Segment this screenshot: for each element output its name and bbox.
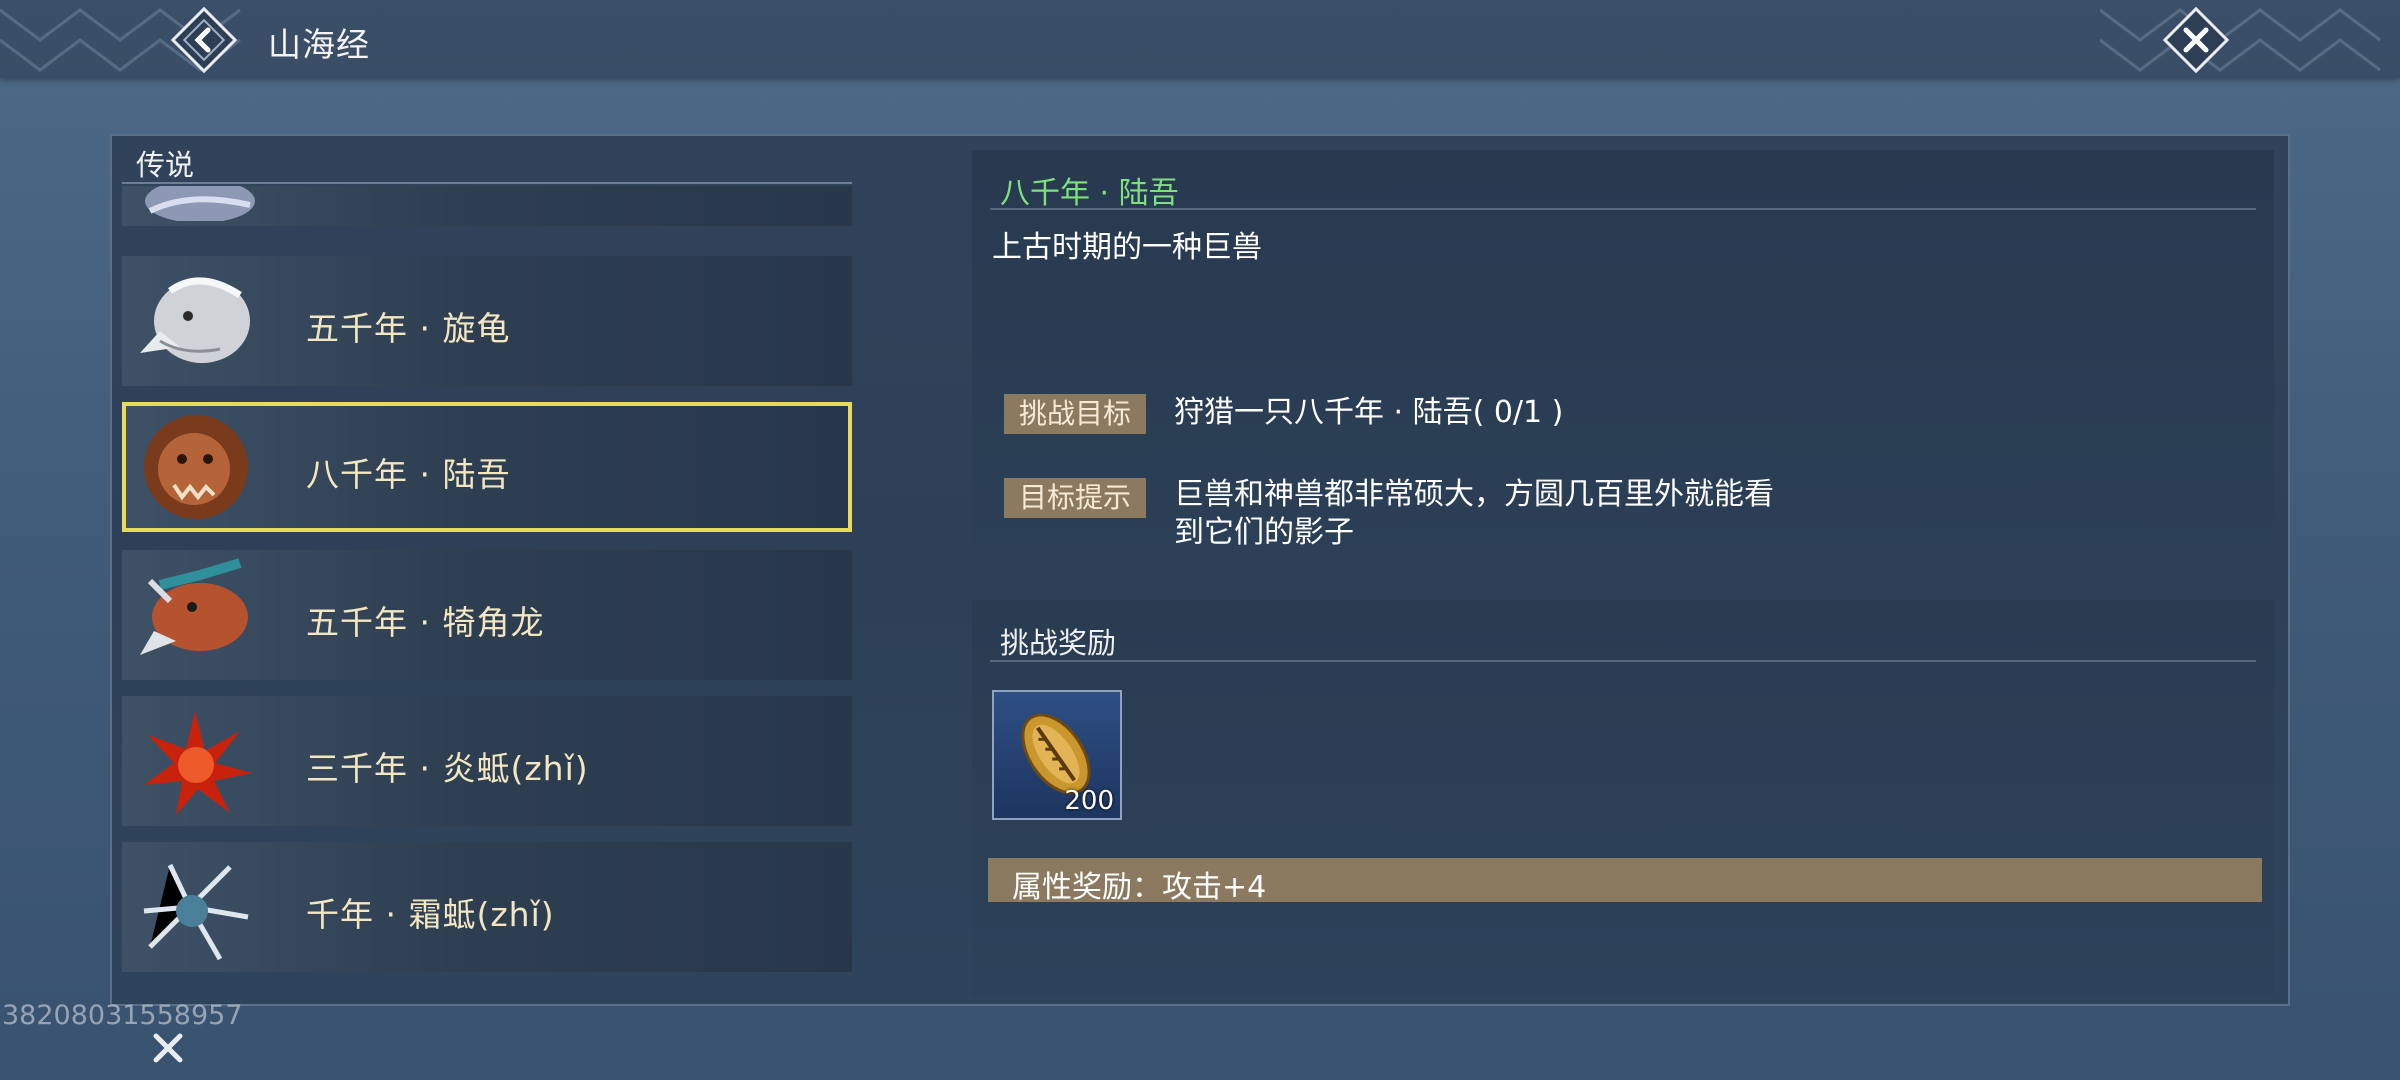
attribute-reward-text: 属性奖励：攻击+4 [1012, 870, 1267, 905]
list-item[interactable]: 千年 · 霜蚳(zhǐ) [122, 842, 852, 972]
attribute-reward-bar: 属性奖励：攻击+4 [988, 858, 2262, 905]
list-item-label: 千年 · 霜蚳(zhǐ) [306, 895, 555, 934]
watermark-id: 38208031558957 [2, 1000, 243, 1031]
hint-tag: 目标提示 [1004, 478, 1146, 518]
list-item[interactable] [122, 186, 852, 226]
reward-label: 挑战奖励 [1000, 626, 1117, 660]
section-label: 传说 [136, 148, 195, 182]
list-item-selected[interactable]: 八千年 · 陆吾 [122, 402, 852, 532]
chevron-left-diamond-icon [170, 6, 238, 74]
dismiss-button[interactable] [146, 1026, 190, 1070]
bird-beast-portrait [145, 186, 255, 221]
hint-text-line1: 巨兽和神兽都非常硕大，方圆几百里外就能看 [1174, 477, 1774, 512]
reward-item-slot[interactable]: 200 [992, 690, 1122, 820]
divider [990, 660, 2256, 662]
list-item-label: 五千年 · 旋龟 [306, 309, 511, 348]
close-button[interactable] [2160, 4, 2232, 76]
list-item-label: 八千年 · 陆吾 [306, 455, 511, 494]
list-item-label: 五千年 · 犄角龙 [306, 603, 545, 642]
horned-dragon-portrait [140, 558, 248, 655]
goal-text: 狩猎一只八千年 · 陆吾( 0/1 ) [1174, 395, 1564, 430]
divider [990, 208, 2256, 210]
back-button[interactable] [168, 4, 240, 76]
lion-beast-portrait [144, 415, 248, 519]
goal-tag: 挑战目标 [1004, 394, 1146, 434]
white-beast-portrait [140, 277, 250, 363]
hint-text-line2: 到它们的影子 [1174, 515, 1354, 550]
list-item[interactable]: 五千年 · 犄角龙 [122, 550, 852, 680]
list-item-label: 三千年 · 炎蚳(zhǐ) [306, 749, 589, 788]
divider [122, 182, 852, 184]
beast-title: 八千年 · 陆吾 [1000, 176, 1179, 211]
close-diamond-icon [2162, 6, 2230, 74]
beast-description: 上古时期的一种巨兽 [992, 230, 1262, 265]
list-item[interactable]: 五千年 · 旋龟 [122, 256, 852, 386]
list-item[interactable]: 三千年 · 炎蚳(zhǐ) [122, 696, 852, 826]
reward-count: 200 [1064, 786, 1114, 816]
header-pattern [2100, 8, 2381, 72]
flame-creature-portrait [144, 711, 252, 815]
page-title: 山海经 [268, 25, 370, 64]
beast-list[interactable]: 五千年 · 旋龟 八千年 · 陆吾 五千年 · 犄角龙 三千年 · 炎蚳(zhǐ… [122, 186, 852, 974]
frost-creature-portrait [143, 863, 249, 961]
close-icon [153, 1033, 183, 1063]
